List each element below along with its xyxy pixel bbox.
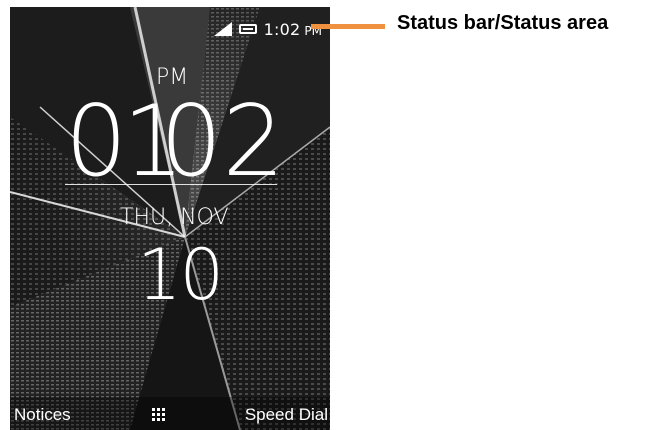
status-clock: 1:02 PM (264, 20, 322, 39)
notices-softkey[interactable]: Notices (14, 405, 71, 425)
apps-grid-icon[interactable] (152, 408, 166, 422)
status-time: 1:02 (263, 19, 301, 39)
softkey-bar: Notices Speed Dial (10, 400, 330, 430)
clock-minute: 02 (160, 85, 285, 199)
callout-line (311, 24, 385, 29)
clock-divider (65, 184, 277, 185)
callout-label: Status bar/Status area (397, 12, 609, 34)
speed-dial-softkey[interactable]: Speed Dial (245, 405, 328, 425)
status-bar: 1:02 PM (213, 18, 322, 40)
date-day: 10 (137, 234, 224, 316)
figure-stage: 1:02 PM PM 01 02 THU, NOV 10 Notices Spee… (0, 0, 657, 430)
phone-lock-screen: 1:02 PM PM 01 02 THU, NOV 10 Notices Spee… (10, 7, 330, 430)
signal-icon (213, 22, 232, 36)
date-weekday-month: THU, NOV (120, 205, 229, 230)
battery-icon (238, 24, 257, 34)
